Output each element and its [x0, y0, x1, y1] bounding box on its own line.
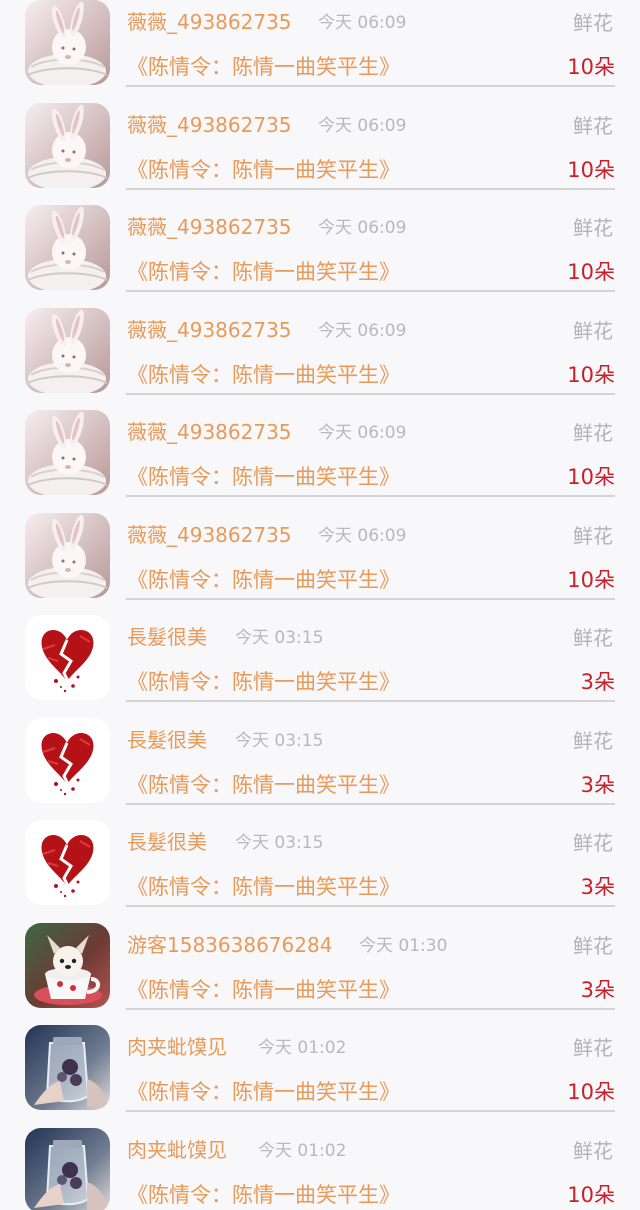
timestamp: 今天 06:09: [318, 526, 407, 546]
broken-heart-avatar-icon[interactable]: [25, 615, 110, 700]
glass-jar-avatar-icon[interactable]: [25, 1025, 110, 1110]
list-item[interactable]: 長髮很美 今天 03:15 鲜花《陈情令：陈情一曲笑平生》 3朵: [0, 718, 640, 821]
gift-count: 3朵: [580, 670, 615, 694]
gift-count: 10朵: [567, 55, 615, 79]
book-title-link[interactable]: 《陈情令：陈情一曲笑平生》: [127, 258, 400, 286]
timestamp: 今天 03:15: [235, 628, 324, 648]
row-divider: [126, 290, 615, 292]
username-link[interactable]: 肉夹蚍馍见: [127, 1137, 227, 1163]
gift-count: 10朵: [567, 363, 615, 387]
rabbit-avatar-icon[interactable]: [25, 410, 110, 495]
gift-type-label: 鲜花: [573, 421, 613, 445]
gift-count: 3朵: [580, 773, 615, 797]
book-title-link[interactable]: 《陈情令：陈情一曲笑平生》: [127, 1181, 400, 1209]
timestamp: 今天 03:15: [235, 833, 324, 853]
gift-count: 10朵: [567, 158, 615, 182]
gift-count: 3朵: [580, 875, 615, 899]
book-title-link[interactable]: 《陈情令：陈情一曲笑平生》: [127, 771, 400, 799]
book-title-link[interactable]: 《陈情令：陈情一曲笑平生》: [127, 976, 400, 1004]
timestamp: 今天 06:09: [318, 321, 407, 341]
username-link[interactable]: 長髮很美: [127, 624, 207, 650]
book-title-link[interactable]: 《陈情令：陈情一曲笑平生》: [127, 361, 400, 389]
rabbit-avatar-icon[interactable]: [25, 103, 110, 188]
row-divider: [126, 803, 615, 805]
row-divider: [126, 905, 615, 907]
timestamp: 今天 06:09: [318, 116, 407, 136]
timestamp: 今天 01:02: [258, 1141, 347, 1161]
row-divider: [126, 598, 615, 600]
broken-heart-avatar-icon[interactable]: [25, 820, 110, 905]
gift-type-label: 鲜花: [573, 216, 613, 240]
list-item[interactable]: 薇薇_493862735 今天 06:09 鲜花《陈情令：陈情一曲笑平生》 10朵: [0, 513, 640, 616]
book-title-link[interactable]: 《陈情令：陈情一曲笑平生》: [127, 566, 400, 594]
list-item[interactable]: 肉夹蚍馍见 今天 01:02 鲜花《陈情令：陈情一曲笑平生》 10朵: [0, 1128, 640, 1210]
glass-jar-avatar-icon[interactable]: [25, 1128, 110, 1210]
row-divider: [126, 495, 615, 497]
list-item[interactable]: 薇薇_493862735 今天 06:09 鲜花《陈情令：陈情一曲笑平生》 10朵: [0, 410, 640, 513]
rabbit-avatar-icon[interactable]: [25, 0, 110, 85]
gift-type-label: 鲜花: [573, 934, 613, 958]
username-link[interactable]: 長髮很美: [127, 829, 207, 855]
gift-type-label: 鲜花: [573, 626, 613, 650]
gift-type-label: 鲜花: [573, 729, 613, 753]
gift-type-label: 鲜花: [573, 831, 613, 855]
gift-type-label: 鲜花: [573, 1139, 613, 1163]
timestamp: 今天 06:09: [318, 13, 407, 33]
username-link[interactable]: 長髮很美: [127, 727, 207, 753]
gift-type-label: 鲜花: [573, 114, 613, 138]
book-title-link[interactable]: 《陈情令：陈情一曲笑平生》: [127, 156, 400, 184]
gift-record-list: 薇薇_493862735 今天 06:09 鲜花 《陈情令：陈情一曲笑平生》 10朵 薇…: [0, 0, 640, 1210]
username-link[interactable]: 薇薇_493862735: [127, 214, 292, 240]
row-divider: [126, 700, 615, 702]
book-title-link[interactable]: 《陈情令：陈情一曲笑平生》: [127, 873, 400, 901]
list-item[interactable]: 游客1583638676284 今天 01:30 鲜花《陈情令：陈情一曲笑平生》 3朵: [0, 923, 640, 1026]
row-divider: [126, 1110, 615, 1112]
username-link[interactable]: 薇薇_493862735: [127, 317, 292, 343]
list-item[interactable]: 薇薇_493862735 今天 06:09 鲜花《陈情令：陈情一曲笑平生》 10朵: [0, 308, 640, 411]
broken-heart-avatar-icon[interactable]: [25, 718, 110, 803]
rabbit-avatar-icon[interactable]: [25, 513, 110, 598]
username-link[interactable]: 薇薇_493862735: [127, 9, 292, 35]
book-title-link[interactable]: 《陈情令：陈情一曲笑平生》: [127, 463, 400, 491]
book-title-link[interactable]: 《陈情令：陈情一曲笑平生》: [127, 1078, 400, 1106]
timestamp: 今天 01:30: [359, 936, 448, 956]
list-item[interactable]: 薇薇_493862735 今天 06:09 鲜花《陈情令：陈情一曲笑平生》 10朵: [0, 205, 640, 308]
list-item[interactable]: 肉夹蚍馍见 今天 01:02 鲜花《陈情令：陈情一曲笑平生》 10朵: [0, 1025, 640, 1128]
username-link[interactable]: 薇薇_493862735: [127, 419, 292, 445]
timestamp: 今天 06:09: [318, 423, 407, 443]
gift-count: 10朵: [567, 1183, 615, 1207]
gift-type-label: 鲜花: [573, 319, 613, 343]
username-link[interactable]: 游客1583638676284: [127, 932, 332, 958]
gift-count: 3朵: [580, 978, 615, 1002]
row-divider: [126, 393, 615, 395]
rabbit-avatar-icon[interactable]: [25, 308, 110, 393]
book-title-link[interactable]: 《陈情令：陈情一曲笑平生》: [127, 53, 400, 81]
row-divider: [126, 1008, 615, 1010]
list-item[interactable]: 長髮很美 今天 03:15 鲜花《陈情令：陈情一曲笑平生》 3朵: [0, 615, 640, 718]
list-item[interactable]: 薇薇_493862735 今天 06:09 鲜花《陈情令：陈情一曲笑平生》 10朵: [0, 103, 640, 206]
puppy-teacup-avatar-icon[interactable]: [25, 923, 110, 1008]
username-link[interactable]: 肉夹蚍馍见: [127, 1034, 227, 1060]
gift-count: 10朵: [567, 260, 615, 284]
timestamp: 今天 03:15: [235, 731, 324, 751]
row-divider: [126, 85, 615, 87]
timestamp: 今天 06:09: [318, 218, 407, 238]
book-title-link[interactable]: 《陈情令：陈情一曲笑平生》: [127, 668, 400, 696]
list-item[interactable]: 長髮很美 今天 03:15 鲜花《陈情令：陈情一曲笑平生》 3朵: [0, 820, 640, 923]
gift-count: 10朵: [567, 465, 615, 489]
username-link[interactable]: 薇薇_493862735: [127, 522, 292, 548]
row-divider: [126, 188, 615, 190]
gift-type-label: 鲜花: [573, 1036, 613, 1060]
username-link[interactable]: 薇薇_493862735: [127, 112, 292, 138]
timestamp: 今天 01:02: [258, 1038, 347, 1058]
gift-count: 10朵: [567, 568, 615, 592]
rabbit-avatar-icon[interactable]: [25, 205, 110, 290]
gift-type-label: 鲜花: [573, 524, 613, 548]
gift-count: 10朵: [567, 1080, 615, 1104]
list-item[interactable]: 薇薇_493862735 今天 06:09 鲜花《陈情令：陈情一曲笑平生》 10朵: [0, 0, 640, 103]
gift-type-label: 鲜花: [573, 11, 613, 35]
